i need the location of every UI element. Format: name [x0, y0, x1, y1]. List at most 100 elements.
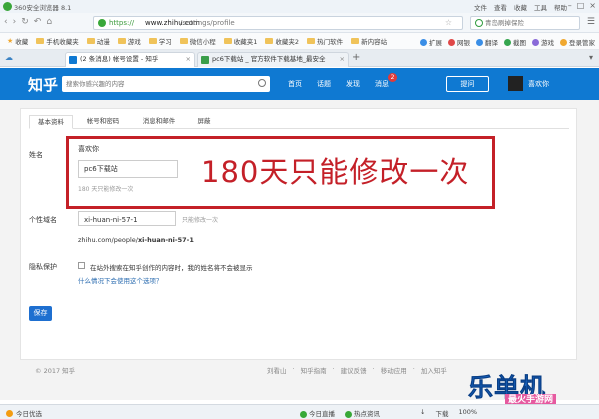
- footer-link[interactable]: 移动应用: [381, 365, 407, 375]
- tab-messages-email[interactable]: 消息和邮件: [133, 115, 185, 129]
- status-live[interactable]: 今日直播: [300, 408, 335, 418]
- bookmark-hot-software[interactable]: 热门软件: [303, 36, 347, 46]
- bookmark-wechat[interactable]: 微信小程: [176, 36, 220, 46]
- translate-icon: [476, 39, 483, 46]
- toolbar-extensions: 扩展 网银 翻译 截图 游戏 登录管家: [420, 33, 595, 50]
- privacy-checkbox[interactable]: [78, 262, 85, 269]
- home-icon[interactable]: ⌂: [46, 16, 52, 29]
- tab-close-icon[interactable]: ×: [186, 53, 191, 66]
- download-arrow-icon[interactable]: ↓: [420, 408, 425, 418]
- menu-file[interactable]: 文件: [474, 2, 487, 12]
- maximize-icon[interactable]: □: [577, 1, 585, 11]
- bookmark-anime[interactable]: 动漫: [83, 36, 114, 46]
- browser-title-bar: 360安全浏览器 8.1 文件 查看 收藏 工具 帮助 – □ ×: [0, 0, 599, 13]
- zhihu-search-input[interactable]: [66, 78, 246, 89]
- folder-icon: [351, 38, 360, 44]
- tab-close-icon[interactable]: ×: [340, 53, 345, 66]
- forward-icon[interactable]: ›: [13, 16, 17, 29]
- nav-home[interactable]: 首页: [288, 79, 302, 89]
- tab-bar: ☁ (2 条消息) 帐号设置 - 知乎 × pc6下载站 _ 官方软件下载基地_…: [0, 50, 599, 67]
- status-middle: 今日直播 热点资讯: [300, 408, 380, 418]
- extension-button[interactable]: 扩展: [420, 37, 442, 47]
- browser-menu-icon[interactable]: ☰: [587, 17, 595, 27]
- bookmark-star-icon[interactable]: ☆: [445, 18, 452, 27]
- bookmark-games[interactable]: 游戏: [114, 36, 145, 46]
- username[interactable]: 喜欢你: [528, 79, 549, 89]
- domain-url-slug: xi-huan-ni-57-1: [137, 236, 194, 244]
- tab-basic-profile[interactable]: 基本资料: [29, 115, 73, 129]
- footer-link[interactable]: 加入知乎: [421, 365, 447, 375]
- settings-card: 基本资料 帐号和密码 消息和邮件 屏蔽 姓名 喜欢你 180 天只能修改一次 1…: [20, 108, 577, 360]
- status-news[interactable]: 热点资讯: [345, 408, 380, 418]
- browser-top-menu: 文件 查看 收藏 工具 帮助: [474, 2, 567, 12]
- page-body: 基本资料 帐号和密码 消息和邮件 屏蔽 姓名 喜欢你 180 天只能修改一次 1…: [0, 100, 599, 400]
- folder-icon: [86, 38, 95, 44]
- folder-icon: [223, 38, 232, 44]
- footer-link[interactable]: 知乎指南: [301, 365, 327, 375]
- nav-topics[interactable]: 话题: [317, 79, 331, 89]
- tab-account-password[interactable]: 帐号和密码: [77, 115, 129, 129]
- folder-icon: [148, 38, 157, 44]
- footer-link[interactable]: 刘看山: [267, 365, 287, 375]
- tab-list-icon[interactable]: ▾: [589, 53, 593, 62]
- search-icon: [475, 19, 483, 27]
- privacy-help-link[interactable]: 什么情况下会使用这个选项？: [78, 275, 163, 285]
- screenshot-button[interactable]: 截图: [504, 37, 526, 47]
- games-button[interactable]: 游戏: [532, 37, 554, 47]
- zoom-level[interactable]: 100%: [458, 408, 477, 418]
- save-button[interactable]: 保存: [29, 306, 52, 321]
- menu-favorites[interactable]: 收藏: [514, 2, 527, 12]
- zhihu-header: 知乎 首页 话题 发现 消息 2 提问 喜欢你: [0, 68, 599, 100]
- url-field[interactable]: https:// www.zhihu.com /settings/profile…: [93, 16, 463, 30]
- nav-messages[interactable]: 消息 2: [375, 73, 397, 89]
- privacy-checkbox-text: 在站外搜索在知乎创作的内容时，我的姓名将不会被显示: [90, 264, 253, 272]
- bookmark-study[interactable]: 学习: [145, 36, 176, 46]
- zhihu-nav: 首页 话题 发现 消息 2: [288, 73, 397, 89]
- status-right: ↓ 下载 100%: [420, 408, 477, 418]
- download-button[interactable]: 下载: [435, 408, 448, 418]
- footer-link[interactable]: 建议反馈: [341, 365, 367, 375]
- translate-button[interactable]: 翻译: [476, 37, 498, 47]
- zhihu-search[interactable]: [62, 76, 270, 92]
- minimize-icon[interactable]: –: [568, 1, 572, 11]
- bookmark-new-content[interactable]: 新内容站: [347, 36, 391, 46]
- domain-field[interactable]: [78, 211, 176, 226]
- bookmark-folder2[interactable]: 收藏夹2: [261, 36, 303, 46]
- browser-search[interactable]: [470, 16, 580, 30]
- bookmark-mobile[interactable]: 手机收藏夹: [32, 36, 83, 46]
- gamepad-icon: [532, 39, 539, 46]
- bookmark-folder1[interactable]: 收藏夹1: [220, 36, 262, 46]
- bank-button[interactable]: 网银: [448, 37, 470, 47]
- tab-pc6[interactable]: pc6下载站 _ 官方软件下载基地_最安全 ×: [197, 52, 349, 67]
- domain-input[interactable]: [84, 214, 171, 225]
- ask-button[interactable]: 提问: [446, 76, 489, 92]
- menu-tools[interactable]: 工具: [534, 2, 547, 12]
- back-icon[interactable]: ‹: [4, 16, 8, 29]
- folder-icon: [36, 38, 45, 44]
- refresh-icon[interactable]: ↻: [21, 16, 29, 29]
- footer-links: 刘看山 · 知乎指南 · 建议反馈 · 移动应用 · 加入知乎: [267, 365, 447, 375]
- cloud-icon[interactable]: ☁: [5, 53, 13, 62]
- browser-search-input[interactable]: [485, 18, 575, 28]
- status-left[interactable]: 今日优选: [6, 408, 42, 418]
- zhihu-logo[interactable]: 知乎: [28, 74, 58, 95]
- message-badge: 2: [388, 73, 397, 82]
- domain-url-prefix: zhihu.com/people/: [78, 236, 138, 244]
- address-bar: ‹ › ↻ ↶ ⌂ https:// www.zhihu.com /settin…: [0, 13, 599, 33]
- tab-block[interactable]: 屏蔽: [189, 115, 219, 129]
- news-icon: [345, 410, 352, 418]
- overlay-caption: 180天只能修改一次: [201, 155, 470, 189]
- browser-logo-icon: [3, 2, 12, 11]
- avatar[interactable]: [508, 76, 523, 91]
- nav-explore[interactable]: 发现: [346, 79, 360, 89]
- bookmark-favorites[interactable]: ★ 收藏: [3, 36, 32, 46]
- undo-icon[interactable]: ↶: [34, 16, 42, 29]
- login-manager-button[interactable]: 登录管家: [560, 37, 595, 47]
- tab-zhihu-settings[interactable]: (2 条消息) 帐号设置 - 知乎 ×: [65, 52, 195, 67]
- close-icon[interactable]: ×: [589, 1, 596, 11]
- search-icon[interactable]: [258, 79, 266, 87]
- key-icon: [560, 39, 567, 46]
- menu-help[interactable]: 帮助: [554, 2, 567, 12]
- new-tab-icon[interactable]: +: [352, 52, 360, 63]
- menu-view[interactable]: 查看: [494, 2, 507, 12]
